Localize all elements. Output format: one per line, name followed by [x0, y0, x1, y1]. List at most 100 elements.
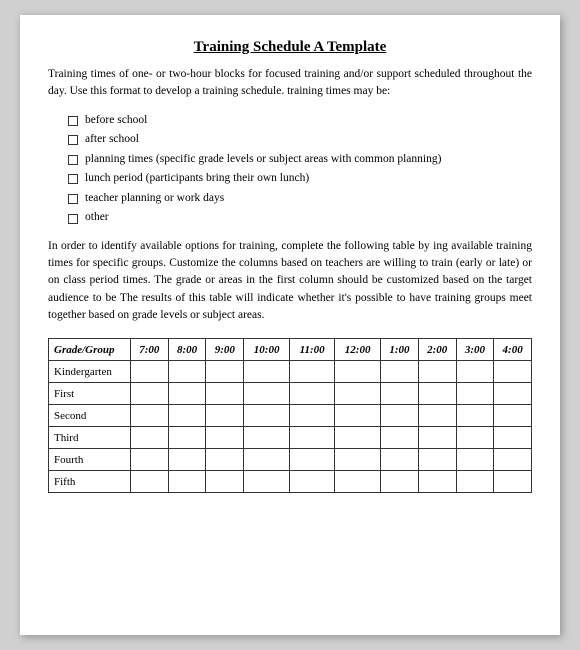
time-cell — [456, 383, 494, 405]
col-header-800: 8:00 — [168, 339, 206, 361]
time-cell — [290, 427, 335, 449]
time-cell — [206, 383, 244, 405]
time-cell — [381, 361, 419, 383]
checklist: before school after school planning time… — [68, 111, 532, 228]
time-cell — [335, 383, 381, 405]
grade-cell: Fourth — [49, 449, 131, 471]
time-cell — [456, 361, 494, 383]
checkbox-icon — [68, 194, 78, 204]
time-cell — [131, 449, 169, 471]
time-cell — [168, 427, 206, 449]
time-cell — [168, 471, 206, 493]
col-header-700: 7:00 — [131, 339, 169, 361]
time-cell — [494, 449, 532, 471]
col-header-200: 2:00 — [418, 339, 456, 361]
table-row: Second — [49, 405, 532, 427]
list-item: other — [68, 208, 532, 228]
time-cell — [244, 427, 290, 449]
time-cell — [206, 361, 244, 383]
document-page: Training Schedule A Template Training ti… — [20, 15, 560, 635]
time-cell — [290, 405, 335, 427]
time-cell — [290, 383, 335, 405]
col-header-1200: 12:00 — [335, 339, 381, 361]
time-cell — [335, 471, 381, 493]
time-cell — [381, 449, 419, 471]
col-header-400: 4:00 — [494, 339, 532, 361]
time-cell — [335, 427, 381, 449]
time-cell — [244, 383, 290, 405]
body-text: In order to identify available options f… — [48, 238, 532, 324]
time-cell — [206, 405, 244, 427]
grade-cell: Second — [49, 405, 131, 427]
list-item: lunch period (participants bring their o… — [68, 169, 532, 189]
time-cell — [494, 427, 532, 449]
time-cell — [335, 449, 381, 471]
table-row: First — [49, 383, 532, 405]
time-cell — [131, 471, 169, 493]
list-item-label: lunch period (participants bring their o… — [85, 169, 309, 189]
time-cell — [418, 405, 456, 427]
grade-cell: Kindergarten — [49, 361, 131, 383]
time-cell — [381, 471, 419, 493]
schedule-table: Grade/Group 7:00 8:00 9:00 10:00 11:00 1… — [48, 338, 532, 493]
col-header-300: 3:00 — [456, 339, 494, 361]
time-cell — [456, 405, 494, 427]
time-cell — [290, 471, 335, 493]
checkbox-icon — [68, 116, 78, 126]
time-cell — [131, 427, 169, 449]
table-row: Kindergarten — [49, 361, 532, 383]
time-cell — [381, 383, 419, 405]
time-cell — [456, 427, 494, 449]
list-item: teacher planning or work days — [68, 189, 532, 209]
checkbox-icon — [68, 174, 78, 184]
grade-cell: Fifth — [49, 471, 131, 493]
time-cell — [168, 405, 206, 427]
time-cell — [418, 449, 456, 471]
time-cell — [131, 405, 169, 427]
time-cell — [168, 449, 206, 471]
list-item-label: teacher planning or work days — [85, 189, 224, 209]
time-cell — [381, 405, 419, 427]
time-cell — [418, 427, 456, 449]
list-item: before school — [68, 111, 532, 131]
time-cell — [418, 361, 456, 383]
col-header-grade: Grade/Group — [49, 339, 131, 361]
list-item-label: other — [85, 208, 109, 228]
table-header-row: Grade/Group 7:00 8:00 9:00 10:00 11:00 1… — [49, 339, 532, 361]
intro-text: Training times of one- or two-hour block… — [48, 66, 532, 101]
time-cell — [244, 405, 290, 427]
time-cell — [456, 449, 494, 471]
time-cell — [206, 449, 244, 471]
table-row: Fourth — [49, 449, 532, 471]
time-cell — [168, 361, 206, 383]
time-cell — [290, 449, 335, 471]
grade-cell: Third — [49, 427, 131, 449]
table-row: Fifth — [49, 471, 532, 493]
time-cell — [494, 405, 532, 427]
time-cell — [244, 449, 290, 471]
list-item: after school — [68, 130, 532, 150]
list-item-label: planning times (specific grade levels or… — [85, 150, 441, 170]
time-cell — [131, 361, 169, 383]
time-cell — [381, 427, 419, 449]
col-header-900: 9:00 — [206, 339, 244, 361]
time-cell — [494, 471, 532, 493]
time-cell — [418, 383, 456, 405]
time-cell — [335, 361, 381, 383]
list-item-label: before school — [85, 111, 147, 131]
checkbox-icon — [68, 214, 78, 224]
checkbox-icon — [68, 135, 78, 145]
col-header-1100: 11:00 — [290, 339, 335, 361]
time-cell — [244, 471, 290, 493]
time-cell — [335, 405, 381, 427]
time-cell — [206, 471, 244, 493]
time-cell — [494, 383, 532, 405]
time-cell — [244, 361, 290, 383]
grade-cell: First — [49, 383, 131, 405]
col-header-100: 1:00 — [381, 339, 419, 361]
col-header-1000: 10:00 — [244, 339, 290, 361]
time-cell — [206, 427, 244, 449]
list-item-label: after school — [85, 130, 139, 150]
time-cell — [418, 471, 456, 493]
time-cell — [168, 383, 206, 405]
